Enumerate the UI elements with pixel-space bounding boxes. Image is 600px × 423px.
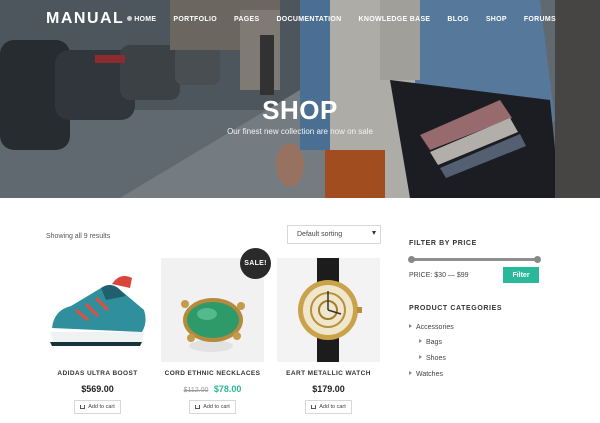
caret-down-icon	[372, 231, 376, 235]
add-to-cart-label: Add to cart	[203, 404, 230, 410]
product-categories-title: PRODUCT CATEGORIES	[409, 305, 503, 312]
main-nav: HOME PORTFOLIO PAGES DOCUMENTATION KNOWL…	[117, 16, 556, 23]
cart-icon	[195, 405, 201, 409]
product-price: $179.00	[277, 384, 380, 394]
sneaker-image	[46, 258, 149, 362]
watch-image	[277, 258, 380, 362]
add-to-cart-button[interactable]: Add to cart	[305, 400, 352, 414]
product-name[interactable]: CORD ETHNIC NECKLACES	[161, 370, 264, 377]
page-title: SHOP	[262, 95, 338, 125]
product-image-watch[interactable]	[277, 258, 380, 362]
filter-price-title: FILTER BY PRICE	[409, 240, 477, 247]
nav-forums[interactable]: FORUMS	[524, 16, 556, 23]
page-subtitle: Our finest new collection are now on sal…	[227, 127, 373, 136]
product-card[interactable]: ADIDAS ULTRA BOOST $569.00 Add to cart	[46, 258, 149, 414]
nav-shop[interactable]: SHOP	[486, 16, 507, 23]
cart-icon	[80, 405, 86, 409]
nav-blog[interactable]: BLOG	[447, 16, 468, 23]
category-accessories[interactable]: Accessories	[409, 324, 454, 331]
category-label: Bags	[426, 339, 442, 346]
price-value: $179.00	[312, 384, 345, 394]
price-range-label: PRICE: $30 — $99	[409, 272, 469, 279]
product-price: $569.00	[46, 384, 149, 394]
price-slider[interactable]	[408, 256, 541, 263]
category-bags[interactable]: Bags	[419, 339, 442, 346]
add-to-cart-label: Add to cart	[319, 404, 346, 410]
sort-select[interactable]: Default sorting	[287, 225, 381, 244]
caret-right-icon	[419, 355, 422, 359]
category-label: Accessories	[416, 324, 454, 331]
add-to-cart-button[interactable]: Add to cart	[189, 400, 236, 414]
product-name[interactable]: ADIDAS ULTRA BOOST	[46, 370, 149, 377]
sort-select-value: Default sorting	[297, 231, 343, 238]
price-slider-range	[411, 258, 537, 261]
add-to-cart-button[interactable]: Add to cart	[74, 400, 121, 414]
nav-portfolio[interactable]: PORTFOLIO	[173, 16, 217, 23]
nav-pages[interactable]: PAGES	[234, 16, 260, 23]
caret-right-icon	[409, 324, 412, 328]
sale-badge: SALE!	[240, 248, 271, 279]
price-slider-max-handle[interactable]	[534, 256, 541, 263]
product-price: $112.00 $78.00	[161, 384, 264, 394]
nav-home[interactable]: HOME	[134, 16, 156, 23]
category-label: Shoes	[426, 355, 446, 362]
nav-documentation[interactable]: DOCUMENTATION	[276, 16, 341, 23]
product-card[interactable]: EART METALLIC WATCH $179.00 Add to cart	[277, 258, 380, 414]
category-shoes[interactable]: Shoes	[419, 355, 446, 362]
sale-price: $78.00	[213, 384, 242, 394]
category-watches[interactable]: Watches	[409, 371, 443, 378]
old-price: $112.00	[183, 387, 209, 394]
caret-right-icon	[419, 339, 422, 343]
hero-banner: MANUAL HOME PORTFOLIO PAGES DOCUMENTATIO…	[0, 0, 600, 198]
product-image-sneaker[interactable]	[46, 258, 149, 362]
caret-right-icon	[409, 371, 412, 375]
filter-button[interactable]: Filter	[503, 267, 539, 283]
category-label: Watches	[416, 371, 443, 378]
result-count: Showing all 9 results	[46, 233, 111, 240]
nav-knowledge-base[interactable]: KNOWLEDGE BASE	[359, 16, 431, 23]
product-name[interactable]: EART METALLIC WATCH	[277, 370, 380, 377]
site-logo-text: MANUAL	[46, 10, 125, 27]
price-slider-min-handle[interactable]	[408, 256, 415, 263]
price-value: $569.00	[81, 384, 114, 394]
add-to-cart-label: Add to cart	[88, 404, 115, 410]
product-card[interactable]: CORD ETHNIC NECKLACES $112.00 $78.00 Add…	[161, 258, 264, 414]
cart-icon	[311, 405, 317, 409]
